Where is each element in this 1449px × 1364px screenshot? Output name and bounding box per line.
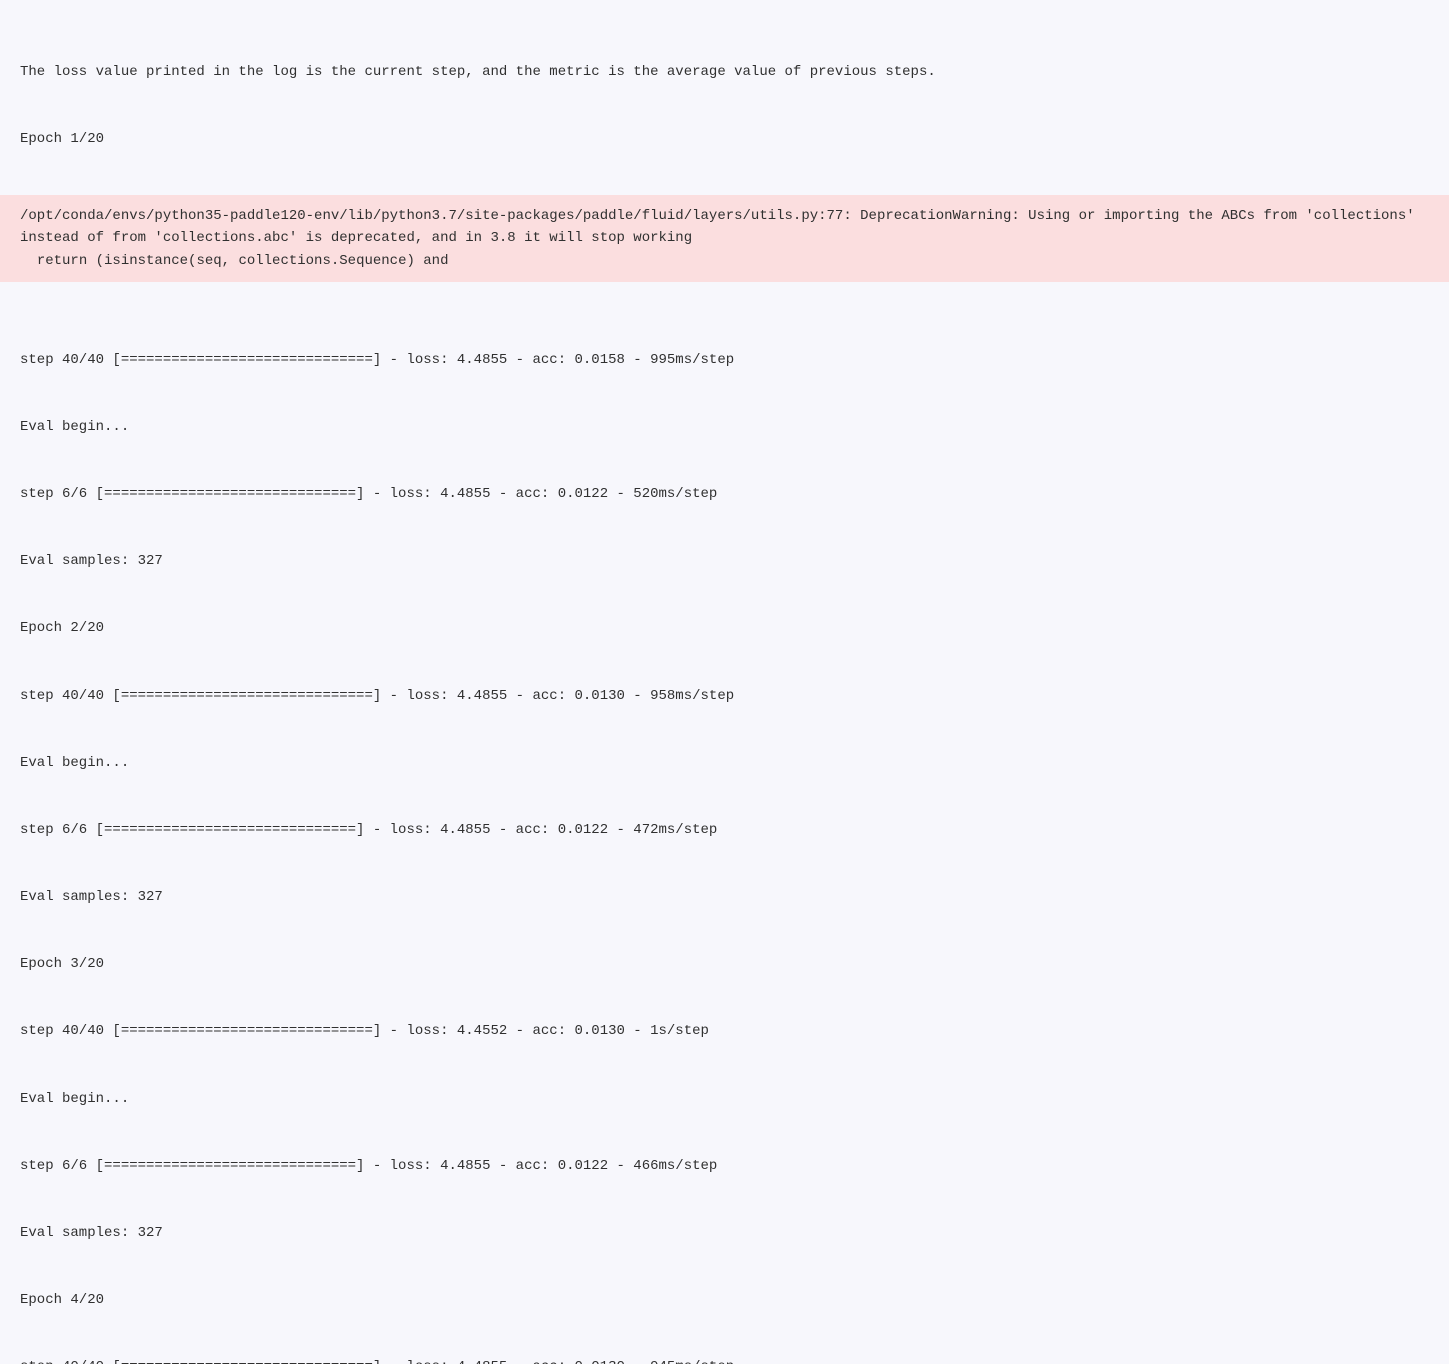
header-line-2: Epoch 1/20: [20, 128, 1429, 150]
log-line: Eval begin...: [20, 1088, 1429, 1110]
log-line: step 40/40 [============================…: [20, 1356, 1429, 1364]
header-line-1: The loss value printed in the log is the…: [20, 61, 1429, 83]
log-line: step 6/6 [==============================…: [20, 483, 1429, 505]
deprecation-warning-block: /opt/conda/envs/python35-paddle120-env/l…: [0, 195, 1449, 282]
log-line: Eval samples: 327: [20, 886, 1429, 908]
log-line: step 6/6 [==============================…: [20, 1155, 1429, 1177]
log-line: Eval begin...: [20, 416, 1429, 438]
output-header-block: The loss value printed in the log is the…: [0, 12, 1449, 177]
log-line: Epoch 4/20: [20, 1289, 1429, 1311]
log-line: step 6/6 [==============================…: [20, 819, 1429, 841]
log-line: Eval begin...: [20, 752, 1429, 774]
log-line: step 40/40 [============================…: [20, 1020, 1429, 1042]
log-line: step 40/40 [============================…: [20, 685, 1429, 707]
training-log-block: step 40/40 [============================…: [0, 300, 1449, 1364]
log-line: Eval samples: 327: [20, 550, 1429, 572]
log-line: Epoch 2/20: [20, 617, 1429, 639]
log-line: step 40/40 [============================…: [20, 349, 1429, 371]
log-line: Epoch 3/20: [20, 953, 1429, 975]
log-line: Eval samples: 327: [20, 1222, 1429, 1244]
